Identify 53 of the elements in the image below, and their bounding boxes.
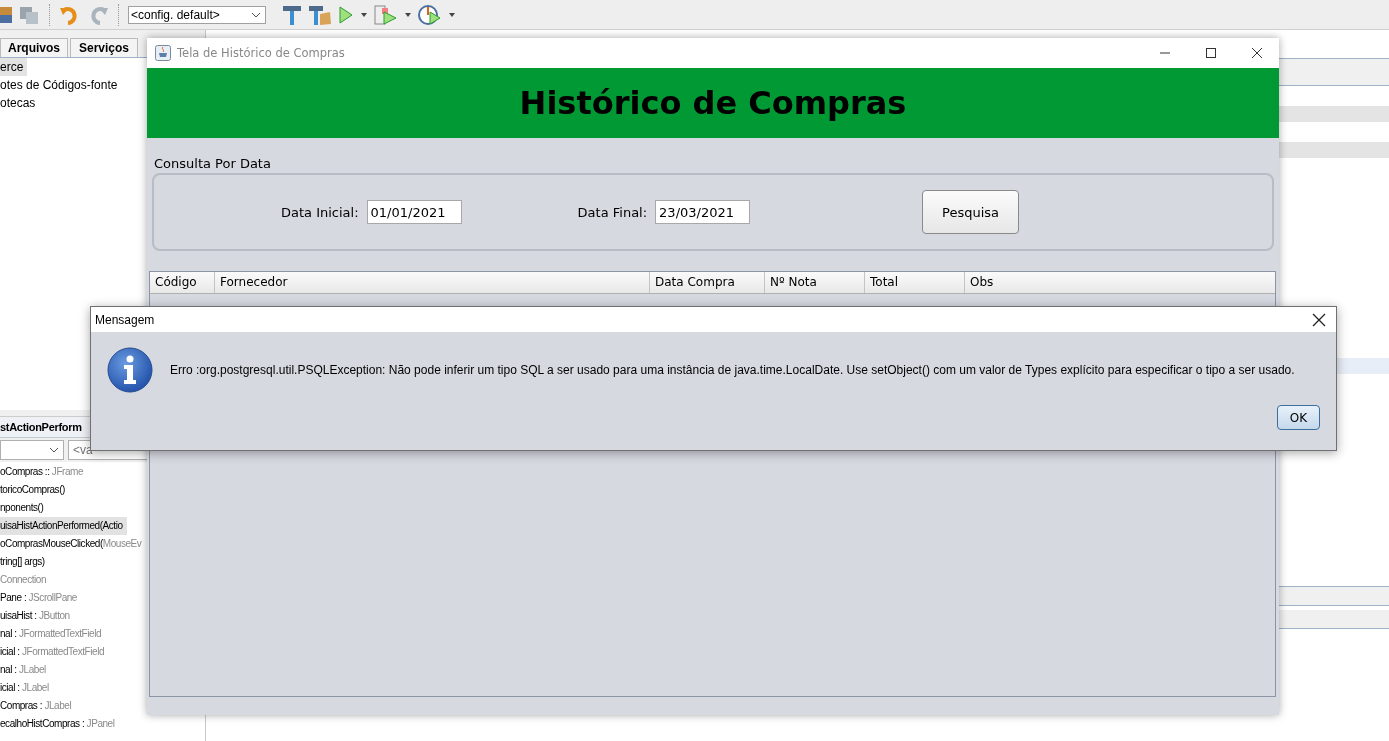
caret-icon[interactable] — [404, 10, 412, 19]
caret-icon[interactable] — [360, 10, 368, 19]
navigator-item[interactable]: toricoCompras() — [0, 481, 69, 499]
panel-tab[interactable]: Arquivos — [0, 38, 68, 57]
group-title: Consulta Por Data — [154, 156, 272, 171]
navigator-item[interactable]: oCompras :: JFrame — [0, 463, 88, 481]
chevron-icon — [251, 11, 261, 18]
navigator-item[interactable]: uisaHistActionPerformed(Actio — [0, 517, 127, 535]
error-message: Erro :org.postgresql.util.PSQLException: Não pode inferir um tipo SQL a ser usado para uma instância de java.time.LocalDate. Use setObject() com um valor de Types explícito para especificar o tipo a ser usado. — [170, 363, 1295, 377]
info-icon — [107, 347, 153, 393]
close-icon[interactable] — [1251, 47, 1263, 59]
column-header[interactable]: Fornecedor — [215, 272, 650, 293]
navigator-item[interactable]: tring[] args) — [0, 553, 49, 571]
navigator-item[interactable]: ecalhoHistCompras : JPanel — [0, 715, 119, 733]
navigator-item[interactable]: nponents() — [0, 499, 48, 517]
navigator-item[interactable]: Pane : JScrollPane — [0, 589, 81, 607]
tree-item[interactable]: otes de Códigos-fonte — [0, 76, 122, 94]
dialog-title: Mensagem — [95, 312, 155, 327]
test-run-icon[interactable] — [374, 3, 398, 26]
date-field[interactable]: 01/01/2021 — [366, 200, 462, 224]
close-icon[interactable] — [1312, 312, 1326, 327]
navigator-item[interactable]: nal : JFormattedTextField — [0, 625, 106, 643]
hammer-broom-icon[interactable] — [308, 3, 332, 26]
tree-item[interactable]: erce — [0, 58, 28, 76]
navigator-item[interactable]: icial : JLabel — [0, 679, 53, 697]
column-header[interactable]: Nº Nota — [765, 272, 865, 293]
play-icon[interactable] — [338, 3, 354, 26]
column-header[interactable]: Código — [150, 272, 215, 293]
ok-button[interactable]: OK — [1277, 405, 1320, 430]
clock-run-icon[interactable] — [418, 3, 442, 26]
navigator-item[interactable]: uisaHist : JButton — [0, 607, 74, 625]
navigator-item[interactable]: oComprasMouseClicked(MouseEv — [0, 535, 146, 553]
caret-icon[interactable] — [448, 10, 456, 19]
navigator-item[interactable]: Compras : JLabel — [0, 697, 76, 715]
tree-item[interactable]: otecas — [0, 94, 40, 112]
column-header[interactable]: Obs — [965, 272, 1275, 293]
field-label: Data Final: — [577, 204, 648, 220]
java-cup-icon — [155, 45, 171, 61]
chevron-icon — [49, 447, 59, 453]
navigator-item[interactable]: nal : JLabel — [0, 661, 50, 679]
maximize-icon[interactable] — [1205, 47, 1217, 59]
column-header[interactable]: Total — [865, 272, 965, 293]
panel-tab[interactable]: Serviços — [70, 38, 138, 57]
hammer-icon[interactable] — [282, 3, 302, 26]
search-button[interactable]: Pesquisa — [922, 190, 1020, 234]
window-title: Tela de Histórico de Compras — [177, 46, 345, 60]
field-label: Data Inicial: — [281, 204, 359, 220]
config-dropdown[interactable]: <config. default> — [128, 5, 266, 24]
date-field[interactable]: 23/03/2021 — [655, 200, 751, 224]
column-header[interactable]: Data Compra — [650, 272, 765, 293]
navigator-item[interactable]: Connection — [0, 571, 51, 589]
navigator-item[interactable]: icial : JFormattedTextField — [0, 643, 109, 661]
header-title: Histórico de Compras — [519, 84, 907, 122]
